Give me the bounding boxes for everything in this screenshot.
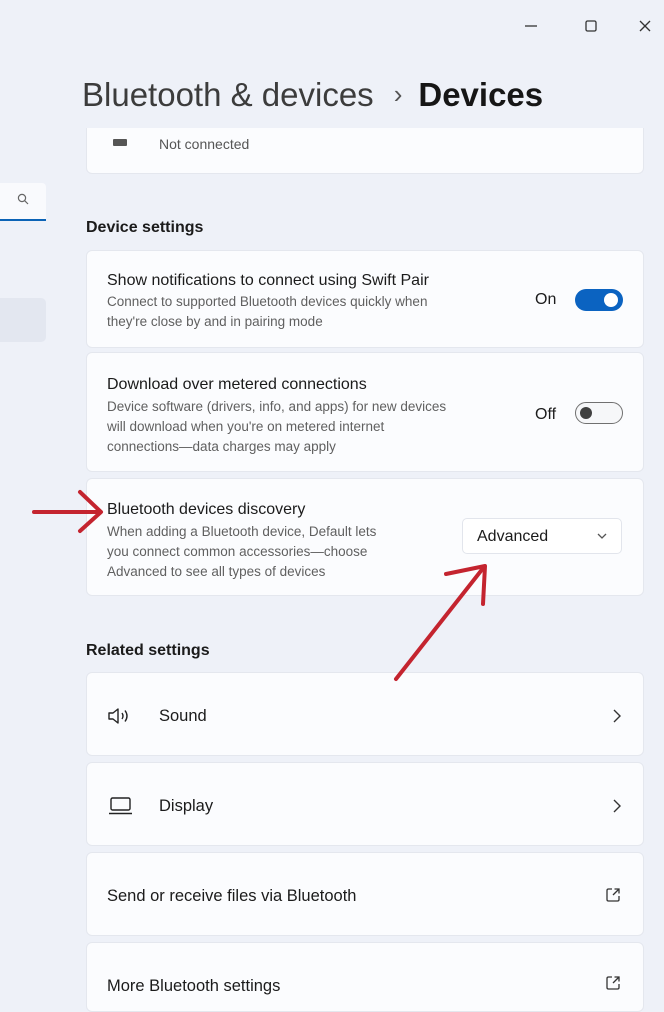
metered-connections-card: Download over metered connections Device… — [86, 352, 644, 472]
discovery-mode-dropdown[interactable]: Advanced — [462, 518, 622, 554]
related-item-more-bluetooth-settings[interactable]: More Bluetooth settings — [86, 942, 644, 1012]
search-icon — [17, 193, 29, 205]
related-settings-heading: Related settings — [86, 642, 210, 659]
discovery-desc-line1: When adding a Bluetooth device, Default … — [107, 524, 377, 539]
chevron-right-icon — [613, 709, 621, 723]
metered-desc-line2: will download when you're on metered int… — [107, 419, 385, 434]
device-icon — [113, 139, 127, 146]
close-button[interactable] — [630, 14, 660, 38]
device-settings-heading: Device settings — [86, 219, 204, 236]
discovery-title: Bluetooth devices discovery — [107, 501, 306, 518]
swift-pair-desc-line2: they're close by and in pairing mode — [107, 314, 323, 329]
metered-desc-line1: Device software (drivers, info, and apps… — [107, 399, 447, 414]
swift-pair-desc-line1: Connect to supported Bluetooth devices q… — [107, 294, 428, 309]
device-card[interactable]: Not connected — [86, 128, 644, 174]
page-title: Devices — [418, 76, 544, 113]
device-status: Not connected — [159, 136, 250, 152]
breadcrumb-parent[interactable]: Bluetooth & devices — [82, 76, 374, 114]
metered-state-label: Off — [535, 406, 557, 423]
close-icon — [639, 20, 651, 32]
swift-pair-card: Show notifications to connect using Swif… — [86, 250, 644, 348]
nav-item-selected[interactable] — [0, 298, 46, 342]
related-item-label: Display — [159, 797, 214, 815]
metered-toggle[interactable] — [575, 402, 623, 424]
toggle-knob — [580, 406, 592, 419]
related-item-label: Send or receive files via Bluetooth — [107, 887, 357, 905]
settings-search-box[interactable] — [0, 183, 46, 221]
dropdown-selected-value: Advanced — [477, 528, 549, 545]
maximize-button[interactable] — [576, 14, 606, 38]
swift-pair-state-label: On — [535, 291, 557, 308]
related-item-label: More Bluetooth settings — [107, 977, 281, 995]
page-header: Bluetooth & devices › Devices — [82, 76, 543, 114]
related-item-label: Sound — [159, 707, 207, 725]
discovery-desc-line2: you connect common accessories—choose — [107, 544, 368, 559]
maximize-icon — [585, 20, 597, 32]
toggle-knob — [604, 293, 618, 307]
related-item-display[interactable]: Display — [86, 762, 644, 846]
chevron-down-icon — [597, 533, 607, 539]
related-item-sound[interactable]: Sound — [86, 672, 644, 756]
metered-title: Download over metered connections — [107, 376, 367, 393]
swift-pair-title: Show notifications to connect using Swif… — [107, 272, 429, 289]
breadcrumb-separator: › — [393, 78, 403, 109]
minimize-button[interactable] — [516, 14, 546, 38]
metered-desc-line3: connections—data charges may apply — [107, 439, 336, 454]
minimize-icon — [525, 25, 537, 27]
swift-pair-toggle[interactable] — [575, 289, 623, 311]
monitor-icon — [109, 797, 132, 815]
open-external-icon — [606, 976, 620, 990]
related-item-send-receive-files[interactable]: Send or receive files via Bluetooth — [86, 852, 644, 936]
discovery-desc-line3: Advanced to see all types of devices — [107, 564, 326, 579]
chevron-right-icon — [613, 799, 621, 813]
speaker-icon — [108, 708, 128, 724]
open-external-icon — [606, 888, 620, 902]
